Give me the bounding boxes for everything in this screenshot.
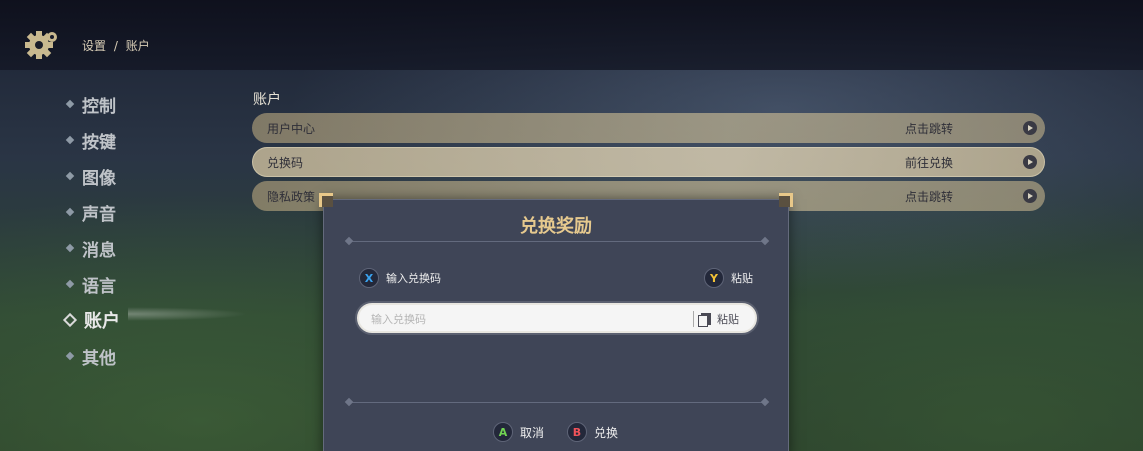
hint-enter-code[interactable]: X 输入兑换码 xyxy=(359,268,441,288)
top-bar: 设置 / 账户 xyxy=(0,0,1143,70)
diamond-bullet-icon xyxy=(65,135,75,145)
arrow-right-icon xyxy=(1023,155,1037,169)
gear-icon xyxy=(25,31,57,59)
sidebar-item-label: 图像 xyxy=(82,168,116,189)
arrow-right-icon xyxy=(1023,189,1037,203)
input-separator xyxy=(693,311,694,327)
diamond-bullet-icon xyxy=(65,99,75,109)
clipboard-icon xyxy=(698,313,711,327)
hint-paste[interactable]: Y 粘贴 xyxy=(704,268,753,288)
b-button-icon: B xyxy=(567,422,587,442)
sidebar-item-label: 控制 xyxy=(82,96,116,117)
sidebar-item-label: 声音 xyxy=(82,204,116,225)
sidebar-item-language[interactable]: 语言 xyxy=(64,266,224,302)
dialog-divider-top xyxy=(348,241,766,242)
dialog-corner-ornament xyxy=(319,193,333,207)
row-action: 点击跳转 xyxy=(904,121,953,136)
x-button-icon: X xyxy=(359,268,379,288)
dialog-divider-bottom xyxy=(348,402,766,403)
diamond-bullet-icon xyxy=(65,207,75,217)
diamond-selected-icon xyxy=(62,312,78,328)
sidebar-item-label: 账户 xyxy=(84,311,120,332)
sidebar-item-label: 按键 xyxy=(82,132,116,153)
breadcrumb: 设置 / 账户 xyxy=(80,37,152,54)
row-label: 用户中心 xyxy=(267,121,316,136)
diamond-bullet-icon xyxy=(65,351,75,361)
cancel-label: 取消 xyxy=(520,425,545,440)
sidebar-item-other[interactable]: 其他 xyxy=(64,338,224,374)
sidebar-item-graphics[interactable]: 图像 xyxy=(64,158,224,194)
paste-button[interactable]: 粘贴 xyxy=(698,309,739,329)
breadcrumb-current: 账户 xyxy=(125,39,150,53)
paste-label: 粘贴 xyxy=(717,313,739,326)
redeem-button[interactable]: B 兑换 xyxy=(567,422,618,442)
sidebar-item-label: 语言 xyxy=(82,276,116,297)
redeem-code-input[interactable] xyxy=(371,309,681,329)
dialog-title: 兑换奖励 xyxy=(520,216,592,237)
redeem-dialog: 兑换奖励 X 输入兑换码 Y 粘贴 粘贴 A 取消 B 兑换 xyxy=(323,199,789,451)
hint-label: 粘贴 xyxy=(731,272,753,285)
section-title: 账户 xyxy=(253,92,281,108)
diamond-bullet-icon xyxy=(65,243,75,253)
row-action: 点击跳转 xyxy=(904,189,953,204)
breadcrumb-separator: / xyxy=(113,39,118,53)
sidebar-item-label: 消息 xyxy=(82,240,116,261)
hint-label: 输入兑换码 xyxy=(386,272,441,285)
row-label: 兑换码 xyxy=(267,155,304,170)
settings-sidebar: 控制 按键 图像 声音 消息 语言 账户 其他 xyxy=(62,86,224,374)
row-label: 隐私政策 xyxy=(267,189,316,204)
sidebar-item-controls[interactable]: 控制 xyxy=(64,86,224,122)
sidebar-item-keybindings[interactable]: 按键 xyxy=(64,122,224,158)
breadcrumb-root[interactable]: 设置 xyxy=(82,39,106,53)
redeem-label: 兑换 xyxy=(594,425,619,440)
sidebar-item-label: 其他 xyxy=(82,348,116,369)
sidebar-item-audio[interactable]: 声音 xyxy=(64,194,224,230)
redeem-code-field: 粘贴 xyxy=(357,303,757,333)
y-button-icon: Y xyxy=(704,268,724,288)
dialog-corner-ornament xyxy=(779,193,793,207)
cancel-button[interactable]: A 取消 xyxy=(493,422,544,442)
diamond-bullet-icon xyxy=(65,279,75,289)
row-action: 前往兑换 xyxy=(904,155,953,170)
row-user-center[interactable]: 用户中心 点击跳转 xyxy=(252,113,1045,143)
arrow-right-icon xyxy=(1023,121,1037,135)
active-item-glow xyxy=(128,307,248,321)
sidebar-item-messages[interactable]: 消息 xyxy=(64,230,224,266)
row-redeem-code[interactable]: 兑换码 前往兑换 xyxy=(252,147,1045,177)
diamond-bullet-icon xyxy=(65,171,75,181)
a-button-icon: A xyxy=(493,422,513,442)
